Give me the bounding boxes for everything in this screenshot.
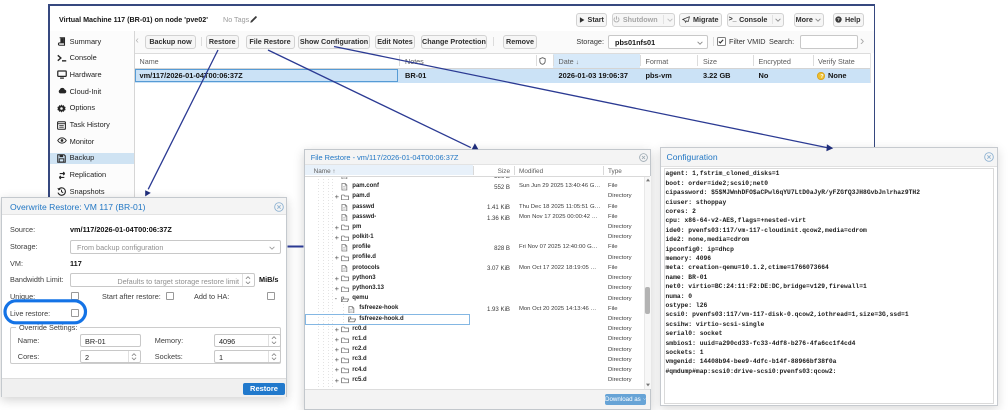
svg-text:?: ? <box>838 17 841 22</box>
